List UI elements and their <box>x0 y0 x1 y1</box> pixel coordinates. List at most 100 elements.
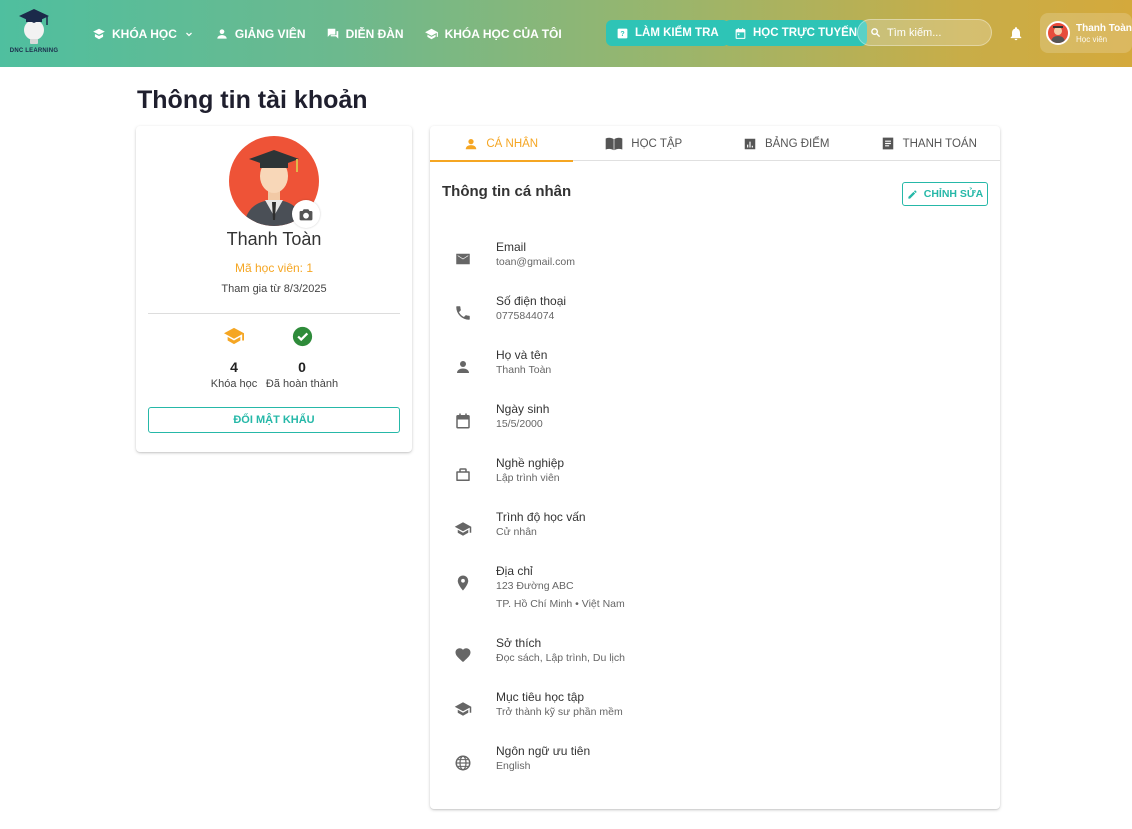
avatar <box>1046 21 1070 45</box>
tab-study[interactable]: Học tập <box>573 126 716 161</box>
info-label: Ngày sinh <box>496 402 550 416</box>
info-value: Lập trình viên <box>496 472 560 484</box>
nav-forum[interactable]: DIỄN ĐÀN <box>326 27 404 41</box>
stat-courses-label: Khóa học <box>210 378 258 390</box>
online-learning-button[interactable]: HỌC TRỰC TUYẾN <box>724 20 868 46</box>
tab-study-label: Học tập <box>631 137 683 150</box>
nav-courses[interactable]: KHÓA HỌC <box>92 27 195 41</box>
info-label: Email <box>496 240 527 254</box>
tab-payment[interactable]: Thanh toán <box>858 126 1001 161</box>
phone-icon <box>456 306 470 320</box>
info-label: Mục tiêu học tập <box>496 690 585 704</box>
section-title: Thông tin cá nhân <box>442 183 572 200</box>
notification-bell[interactable] <box>1008 25 1024 47</box>
nav-my-courses-label: KHÓA HỌC CỦA TÔI <box>444 26 562 41</box>
info-value: Thanh Toàn <box>496 364 552 376</box>
calendar-icon <box>735 27 746 39</box>
info-value: 0775844074 <box>496 310 555 322</box>
profile-tabs: Cá nhân Học tập Bảng điểm Thanh toán <box>430 126 1001 162</box>
user-avatar-icon <box>1051 26 1065 43</box>
stat-completed-value: 0 <box>298 359 306 375</box>
logo-icon <box>19 9 49 44</box>
info-label: Trình độ học vấn <box>496 510 586 524</box>
info-value: English <box>496 760 531 772</box>
calendar-icon <box>456 413 470 429</box>
tab-payment-label: Thanh toán <box>902 137 977 150</box>
info-value-secondary: TP. Hồ Chí Minh • Việt Nam <box>496 598 625 610</box>
graduation-cap-icon <box>424 28 438 39</box>
info-label: Số điện thoại <box>496 294 567 308</box>
info-value: 15/5/2000 <box>496 418 543 430</box>
person-icon <box>457 361 469 373</box>
logo[interactable]: DNC LEARNING <box>8 7 60 59</box>
forum-icon <box>327 28 338 39</box>
search-input[interactable] <box>887 26 982 39</box>
details-card: Cá nhân Học tập Bảng điểm Thanh toán Thô… <box>430 126 1000 809</box>
tab-grades-label: Bảng điểm <box>764 137 830 150</box>
stat-completed: 0 Đã hoàn thành <box>262 326 342 390</box>
info-value: Cử nhân <box>496 526 537 538</box>
briefcase-icon <box>456 468 470 481</box>
tab-grades[interactable]: Bảng điểm <box>715 126 858 161</box>
info-label: Sở thích <box>496 636 542 650</box>
change-password-button[interactable]: ĐỔI MẬT KHẨU <box>148 407 400 433</box>
take-test-button[interactable]: ? LÀM KIỂM TRA <box>606 20 729 46</box>
email-icon <box>456 253 470 265</box>
nav-forum-label: DIỄN ĐÀN <box>345 26 404 41</box>
info-value: toan@gmail.com <box>496 256 575 268</box>
info-label: Ngôn ngữ ưu tiên <box>496 744 591 758</box>
edit-label: CHỈNH SỬA <box>923 188 984 200</box>
search-box[interactable] <box>857 19 992 46</box>
search-icon <box>871 28 881 38</box>
nav-instructors[interactable]: GIẢNG VIÊN <box>215 27 306 41</box>
info-value: Trở thành kỹ sư phần mềm <box>496 706 623 718</box>
user-menu[interactable]: Thanh Toàn Học viên <box>1040 13 1132 53</box>
online-learning-label: HỌC TRỰC TUYẾN <box>753 27 858 39</box>
divider <box>148 313 400 314</box>
take-test-label: LÀM KIỂM TRA <box>635 27 719 39</box>
graduation-cap-icon <box>224 327 244 345</box>
info-label: Nghề nghiệp <box>496 456 565 470</box>
top-navbar: DNC LEARNING KHÓA HỌC GIẢNG VIÊN DIỄN ĐÀ… <box>0 0 1132 67</box>
bell-icon <box>1010 27 1022 41</box>
chevron-down-icon <box>185 32 192 36</box>
profile-card: Thanh Toàn Mã học viên: 1 Tham gia từ 8/… <box>136 126 412 452</box>
open-book-icon <box>605 137 623 150</box>
nav-my-courses[interactable]: KHÓA HỌC CỦA TÔI <box>424 27 562 41</box>
person-icon <box>217 28 227 39</box>
nav-instructors-label: GIẢNG VIÊN <box>234 26 306 41</box>
join-date: Tham gia từ 8/3/2025 <box>221 283 327 295</box>
check-circle-icon <box>292 326 312 347</box>
svg-text:?: ? <box>620 31 624 38</box>
stat-courses: 4 Khóa học <box>204 326 264 390</box>
tab-personal-label: Cá nhân <box>486 137 539 150</box>
person-icon <box>466 138 477 149</box>
logo-text: DNC LEARNING <box>9 48 59 54</box>
quiz-icon: ? <box>617 28 628 38</box>
user-role: Học viên <box>1076 35 1108 44</box>
globe-icon <box>455 755 471 771</box>
tab-personal[interactable]: Cá nhân <box>430 126 573 162</box>
pencil-icon <box>908 189 917 199</box>
camera-icon <box>299 208 313 220</box>
info-value: 123 Đường ABC <box>496 580 574 592</box>
stat-completed-label: Đã hoàn thành <box>265 378 339 390</box>
heart-icon <box>455 648 471 663</box>
receipt-icon <box>882 137 893 150</box>
bar-chart-icon <box>744 138 756 149</box>
change-avatar-button[interactable] <box>292 200 320 228</box>
book-icon <box>93 28 105 39</box>
user-name: Thanh Toàn <box>1076 23 1132 34</box>
student-code: Mã học viên: 1 <box>234 261 314 275</box>
page-title: Thông tin tài khoản <box>137 86 368 114</box>
edit-button[interactable]: CHỈNH SỬA <box>902 182 988 206</box>
info-value: Đọc sách, Lập trình, Du lịch <box>496 652 625 664</box>
info-label: Địa chỉ <box>496 564 533 578</box>
info-label: Họ và tên <box>496 348 548 362</box>
graduation-cap-icon <box>454 522 472 536</box>
stat-courses-value: 4 <box>230 359 238 375</box>
location-icon <box>457 575 469 591</box>
school-icon <box>454 702 472 716</box>
profile-name: Thanh Toàn <box>226 229 322 249</box>
main-nav: KHÓA HỌC GIẢNG VIÊN DIỄN ĐÀN KHÓA HỌC CỦ… <box>92 0 582 67</box>
